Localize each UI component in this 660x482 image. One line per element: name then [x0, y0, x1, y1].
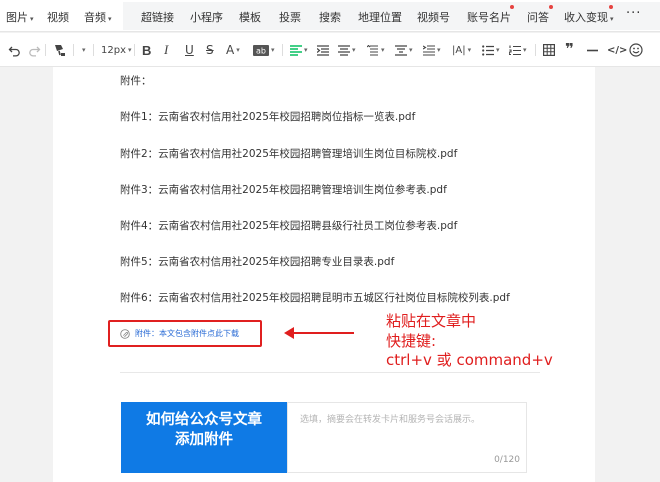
menu-template[interactable]: 模板 [239, 9, 261, 25]
align-center-icon[interactable]: ▾ [338, 42, 356, 58]
menu-vote[interactable]: 投票 [279, 9, 301, 25]
format-toolbar: ▾ 12px ▾ B I U S A ▾ ab ▾ ▾ ▾ ▾ ▾ ▾ |A| ▾ ▾ … [0, 33, 660, 67]
annotation-line-2: 快捷键: [386, 331, 437, 350]
svg-text:ab: ab [256, 46, 266, 55]
cover-title-line-2: 添加附件 [175, 432, 233, 448]
cover-image[interactable]: 如何给公众号文章 添加附件 [121, 402, 287, 473]
indent-icon[interactable] [317, 42, 329, 58]
scrollbar[interactable] [650, 67, 660, 482]
annotation-line-1: 粘贴在文章中 [386, 312, 477, 330]
text-indent-icon[interactable]: ▾ [423, 42, 441, 58]
chevron-down-icon: ▾ [108, 15, 112, 23]
notice-dot [510, 5, 514, 9]
bold-icon[interactable]: B [142, 42, 151, 58]
list-icon[interactable]: ▾ [482, 42, 500, 58]
menu-mini-program[interactable]: 小程序 [190, 9, 223, 25]
toolbar-divider [134, 44, 135, 56]
attachment-line-1: 附件1：云南省农村信用社2025年校园招聘岗位指标一览表.pdf [120, 111, 416, 123]
menu-monetization[interactable]: 收入变现 ▾ [564, 9, 614, 25]
undo-icon[interactable] [8, 42, 21, 58]
summary-char-counter: 0/120 [494, 455, 520, 465]
italic-icon[interactable]: I [164, 42, 168, 58]
toolbar-divider [45, 44, 46, 56]
redo-icon[interactable] [28, 42, 41, 58]
attachment-line-3: 附件3：云南省农村信用社2025年校园招聘管理培训生岗位参考表.pdf [120, 184, 447, 196]
attachment-download-card[interactable]: 附件：本文包含附件点此下载 [108, 320, 262, 347]
table-icon[interactable] [543, 42, 555, 58]
attachment-card-label: 附件：本文包含附件点此下载 [135, 329, 239, 338]
line-height-icon[interactable]: ▾ [367, 42, 385, 58]
attachment-line-4: 附件4：云南省农村信用社2025年校园招聘县级行社员工岗位参考表.pdf [120, 220, 458, 232]
emoji-icon[interactable] [629, 42, 643, 58]
chevron-down-icon: ▾ [30, 15, 34, 23]
toolbar-divider [535, 44, 536, 56]
toolbar-divider [93, 44, 94, 56]
menu-account-card[interactable]: 账号名片 [467, 9, 511, 25]
menu-location[interactable]: 地理位置 [358, 9, 402, 25]
paragraph-spacing-icon[interactable]: ▾ [395, 42, 413, 58]
menu-image[interactable]: 图片 ▾ [6, 9, 34, 25]
annotation-line-3: ctrl+v 或 command+v [386, 351, 553, 369]
menu-audio[interactable]: 音频 ▾ [84, 9, 112, 25]
horizontal-rule-icon[interactable] [587, 42, 598, 58]
ordered-list-icon[interactable]: ▾ [509, 42, 527, 58]
menu-hyperlink[interactable]: 超链接 [141, 9, 174, 25]
toolbar-divider [282, 44, 283, 56]
font-color-icon[interactable]: A ▾ [226, 42, 240, 58]
underline-icon[interactable]: U [185, 42, 194, 58]
article-editor[interactable]: 附件： 附件1：云南省农村信用社2025年校园招聘岗位指标一览表.pdf 附件2… [53, 67, 595, 482]
toolbar-divider [73, 44, 74, 56]
align-left-icon[interactable]: ▾ [290, 42, 308, 58]
menu-qa[interactable]: 问答 [527, 9, 549, 25]
letter-spacing-icon[interactable]: |A| ▾ [452, 42, 471, 58]
annotation-arrow [284, 327, 354, 339]
notice-dot [609, 5, 613, 9]
quote-icon[interactable]: ❞ [565, 40, 574, 58]
summary-placeholder: 选填，摘要会在转发卡片和服务号会话展示。 [300, 415, 481, 425]
format-painter-icon[interactable] [52, 42, 66, 58]
attachment-icon [120, 328, 130, 339]
font-size-select[interactable]: 12px ▾ [101, 42, 132, 58]
chevron-down-icon: ▾ [610, 15, 614, 23]
menu-video[interactable]: 视频 [47, 9, 69, 25]
cover-title-line-1: 如何给公众号文章 [146, 412, 262, 428]
paste-shortcut-annotation: 粘贴在文章中 快捷键: ctrl+v 或 command+v [386, 312, 553, 371]
notice-dot [549, 5, 553, 9]
menu-search[interactable]: 搜索 [319, 9, 341, 25]
attachment-line-2: 附件2：云南省农村信用社2025年校园招聘管理培训生岗位目标院校.pdf [120, 148, 458, 160]
attachment-line-5: 附件5：云南省农村信用社2025年校园招聘专业目录表.pdf [120, 256, 395, 268]
attachment-line-6: 附件6：云南省农村信用社2025年校园招聘昆明市五城区行社岗位目标院校列表.pd… [120, 292, 510, 304]
more-menu-icon[interactable]: ··· [626, 6, 641, 21]
content-divider [120, 372, 540, 373]
strikethrough-icon[interactable]: S [206, 42, 214, 58]
insert-menu-bar: 图片 ▾ 视频 音频 ▾ 超链接 小程序 模板 投票 搜索 地理位置 视频号 账号名… [0, 0, 660, 32]
code-icon[interactable]: </> [607, 42, 627, 58]
attachment-heading: 附件： [120, 75, 152, 87]
summary-field[interactable]: 选填，摘要会在转发卡片和服务号会话展示。 0/120 [287, 402, 527, 473]
menu-channels[interactable]: 视频号 [417, 9, 450, 25]
background-color-icon[interactable]: ab ▾ [253, 42, 275, 58]
font-family-select[interactable]: ▾ [80, 42, 86, 58]
